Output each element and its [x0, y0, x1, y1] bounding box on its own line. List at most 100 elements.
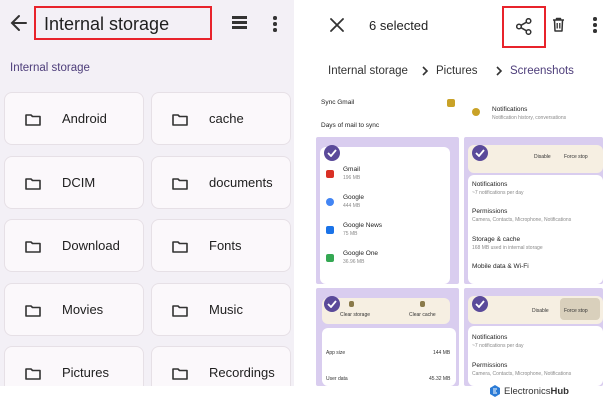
thumb-subtext: 444 MB — [343, 203, 361, 209]
thumb-button-label: Disable — [534, 154, 551, 160]
screenshot-thumbnail-selected[interactable]: Disable Force stop Notifications ~7 noti… — [464, 288, 603, 386]
folder-icon — [25, 178, 41, 190]
folder-label: DCIM — [62, 175, 96, 190]
left-top-bar: Internal storage — [0, 0, 294, 48]
thumb-text: 45.32 MB — [429, 376, 451, 382]
back-arrow-icon[interactable] — [9, 12, 29, 34]
thumb-text: Google News — [343, 222, 383, 229]
thumb-text: 144 MB — [433, 350, 451, 356]
watermark: ElectronicsHub — [489, 383, 569, 399]
right-selection-view: 6 selected Internal storage Pictures Scr… — [316, 0, 603, 386]
folder-label: Download — [62, 238, 120, 253]
google-icon — [326, 198, 334, 206]
folder-card[interactable]: Music — [151, 283, 291, 336]
selection-count: 6 selected — [369, 18, 429, 33]
folder-card[interactable]: Recordings — [151, 346, 291, 386]
selection-top-bar: 6 selected — [316, 0, 603, 50]
watermark-text: ElectronicsHub — [504, 386, 569, 397]
thumb-text: App size — [326, 350, 346, 356]
folder-label: Music — [209, 302, 243, 317]
folder-card[interactable]: DCIM — [4, 156, 144, 209]
folder-card[interactable]: cache — [151, 92, 291, 145]
thumb-text: Sync Gmail — [321, 99, 355, 106]
folder-label: Pictures — [62, 365, 109, 380]
folder-icon — [172, 305, 188, 317]
google-news-icon — [326, 226, 334, 234]
folder-label: documents — [209, 175, 273, 190]
electronics-hub-logo-icon — [490, 385, 500, 397]
thumb-button-label: Disable — [532, 308, 549, 314]
screenshot-thumbnail-selected[interactable]: Disable Force stop Notifications ~7 noti… — [464, 137, 603, 284]
chevron-right-icon — [496, 66, 503, 76]
thumb-text: Notifications — [472, 334, 508, 341]
selected-check-icon[interactable] — [472, 145, 488, 161]
page-title: Internal storage — [44, 14, 170, 34]
folder-icon — [172, 114, 188, 126]
notification-bell-icon — [472, 108, 480, 116]
folder-label: cache — [209, 111, 244, 126]
folder-icon — [172, 178, 188, 190]
folder-card[interactable]: Android — [4, 92, 144, 145]
share-icon[interactable] — [516, 18, 532, 35]
thumb-subtext: 36.96 MB — [343, 259, 365, 265]
thumb-button-label: Force stop — [564, 308, 588, 314]
chevron-right-icon — [422, 66, 429, 76]
breadcrumb-item[interactable]: Screenshots — [510, 65, 574, 77]
folder-label: Fonts — [209, 238, 242, 253]
trash-small-icon — [420, 301, 425, 307]
thumb-text: Google One — [343, 250, 379, 257]
checkbox-icon — [447, 99, 455, 107]
thumb-subtext: 196 MB — [343, 175, 361, 181]
folder-card[interactable]: Pictures — [4, 346, 144, 386]
screenshot-thumbnail-selected[interactable]: Gmail 196 MB Google 444 MB Google News 7… — [316, 137, 459, 284]
folder-card[interactable]: Download — [4, 219, 144, 272]
list-view-icon[interactable] — [232, 16, 247, 29]
thumb-card — [320, 147, 450, 284]
folder-icon — [172, 241, 188, 253]
selected-check-icon[interactable] — [324, 145, 340, 161]
more-options-icon[interactable] — [593, 17, 597, 33]
screenshot-thumbnail[interactable]: Sync Gmail Days of mail to sync — [316, 88, 459, 134]
thumb-button-bar — [322, 298, 450, 324]
folder-icon — [25, 368, 41, 380]
google-one-icon — [326, 254, 334, 262]
folder-icon — [172, 368, 188, 380]
gmail-icon — [326, 170, 334, 178]
folder-icon — [25, 241, 41, 253]
screenshot-thumbnail[interactable]: Notifications Notification history, conv… — [464, 88, 603, 134]
thumb-text: Permissions — [472, 208, 508, 215]
thumb-subtext: 75 MB — [343, 231, 358, 237]
thumb-text: Permissions — [472, 362, 508, 369]
folder-card[interactable]: Fonts — [151, 219, 291, 272]
selected-check-icon[interactable] — [472, 296, 488, 312]
thumb-subtext: Camera, Contacts, Microphone, Notificati… — [472, 217, 572, 223]
selected-check-icon[interactable] — [324, 296, 340, 312]
thumb-text: Days of mail to sync — [321, 122, 380, 129]
thumb-subtext: Notification history, conversations — [492, 115, 567, 121]
close-icon[interactable] — [330, 18, 344, 32]
thumb-text: Gmail — [343, 166, 360, 173]
folder-card[interactable]: Movies — [4, 283, 144, 336]
thumb-text: Notifications — [492, 106, 528, 113]
screenshot-thumbnail-selected[interactable]: Clear storage Clear cache App size 144 M… — [316, 288, 459, 386]
thumb-text: Notifications — [472, 181, 508, 188]
thumb-subtext: ~7 notifications per day — [472, 343, 524, 349]
watermark-brand-b: Hub — [550, 385, 569, 397]
thumb-button-label: Clear cache — [409, 312, 436, 318]
delete-icon[interactable] — [552, 17, 565, 32]
more-options-icon[interactable] — [273, 16, 277, 32]
folder-icon — [25, 305, 41, 317]
breadcrumb-item[interactable]: Pictures — [436, 65, 478, 77]
thumb-text: User data — [326, 376, 348, 382]
left-file-browser: Internal storage Internal storage Androi… — [0, 0, 294, 386]
thumb-button-label: Force stop — [564, 154, 588, 160]
screenshot-gallery: Sync Gmail Days of mail to sync Notifica… — [316, 88, 603, 386]
folder-card[interactable]: documents — [151, 156, 291, 209]
thumb-button-label: Clear storage — [340, 312, 371, 318]
breadcrumb[interactable]: Internal storage — [10, 62, 90, 74]
watermark-brand-a: Electronics — [504, 385, 551, 397]
folder-label: Movies — [62, 302, 104, 317]
thumb-text: Google — [343, 194, 364, 201]
trash-small-icon — [349, 301, 354, 307]
breadcrumb-item[interactable]: Internal storage — [328, 65, 408, 77]
